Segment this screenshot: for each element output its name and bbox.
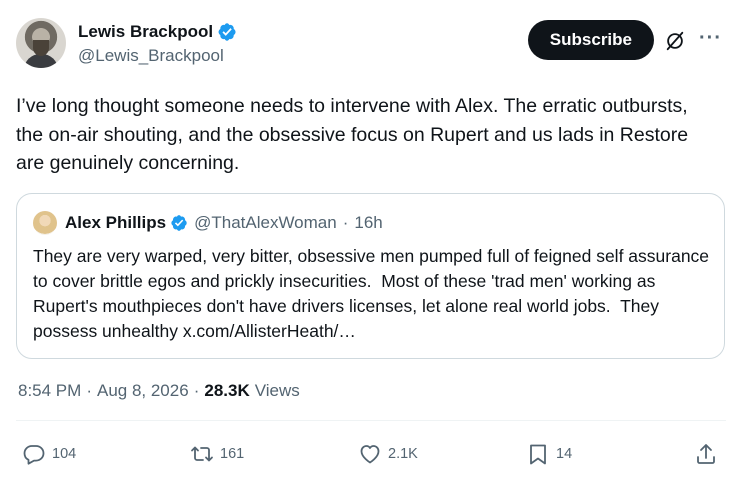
author-handle[interactable]: @Lewis_Brackpool [78,46,237,66]
author-display-name[interactable]: Lewis Brackpool [78,22,213,42]
heart-icon [360,445,380,464]
quoted-verified-badge-icon [171,215,187,231]
avatar-body-shape [24,54,58,68]
quoted-tweet-age[interactable]: 16h [354,213,382,233]
tweet-metadata: 8:54 PM · Aug 8, 2026 · 28.3K Views [18,381,300,401]
repost-icon [191,446,213,462]
quoted-tweet-header: Alex Phillips @ThatAlexWoman · 16h [33,211,383,235]
share-icon [697,444,715,464]
bookmark-icon [530,444,546,465]
repost-button[interactable]: 161 [190,442,244,466]
tweet-header: Lewis Brackpool @Lewis_Brackpool Subscri… [16,18,726,74]
like-button[interactable]: 2.1K [358,442,418,466]
more-options-icon[interactable]: ··· [699,27,722,50]
like-count: 2.1K [388,446,418,462]
author-avatar[interactable] [16,18,66,68]
quoted-author-display-name[interactable]: Alex Phillips [65,213,166,233]
metadata-separator: · [193,381,200,400]
avatar-face-shape [33,40,49,56]
bookmark-button[interactable]: 14 [526,442,572,466]
quoted-meta-separator: · [342,213,349,232]
views-label: Views [254,381,300,400]
reply-icon [23,445,45,465]
quoted-author-avatar[interactable] [33,211,57,235]
quoted-tweet[interactable]: Alex Phillips @ThatAlexWoman · 16h They … [16,193,725,359]
author-info: Lewis Brackpool @Lewis_Brackpool [78,22,237,66]
views-count: 28.3K [204,381,250,400]
tweet-time[interactable]: 8:54 PM [18,381,81,401]
subscribe-button[interactable]: Subscribe [527,20,654,60]
tweet-text: I’ve long thought someone needs to inter… [16,95,689,174]
quoted-author-handle[interactable]: @ThatAlexWoman [194,213,337,233]
bookmark-count: 14 [556,446,573,462]
tweet-date[interactable]: Aug 8, 2026 [97,381,189,401]
quoted-tweet-text: They are very warped, very bitter, obses… [33,246,714,341]
repost-count: 161 [220,446,245,462]
reply-button[interactable]: 104 [22,442,76,466]
author-name-row: Lewis Brackpool [78,22,237,42]
verified-badge-icon[interactable] [217,22,237,42]
grok-icon[interactable] [664,30,686,52]
share-button[interactable] [694,442,718,466]
divider [16,420,726,421]
action-bar: 104 161 2.1K 14 [20,442,720,470]
metadata-separator: · [86,381,92,400]
reply-count: 104 [52,446,77,462]
